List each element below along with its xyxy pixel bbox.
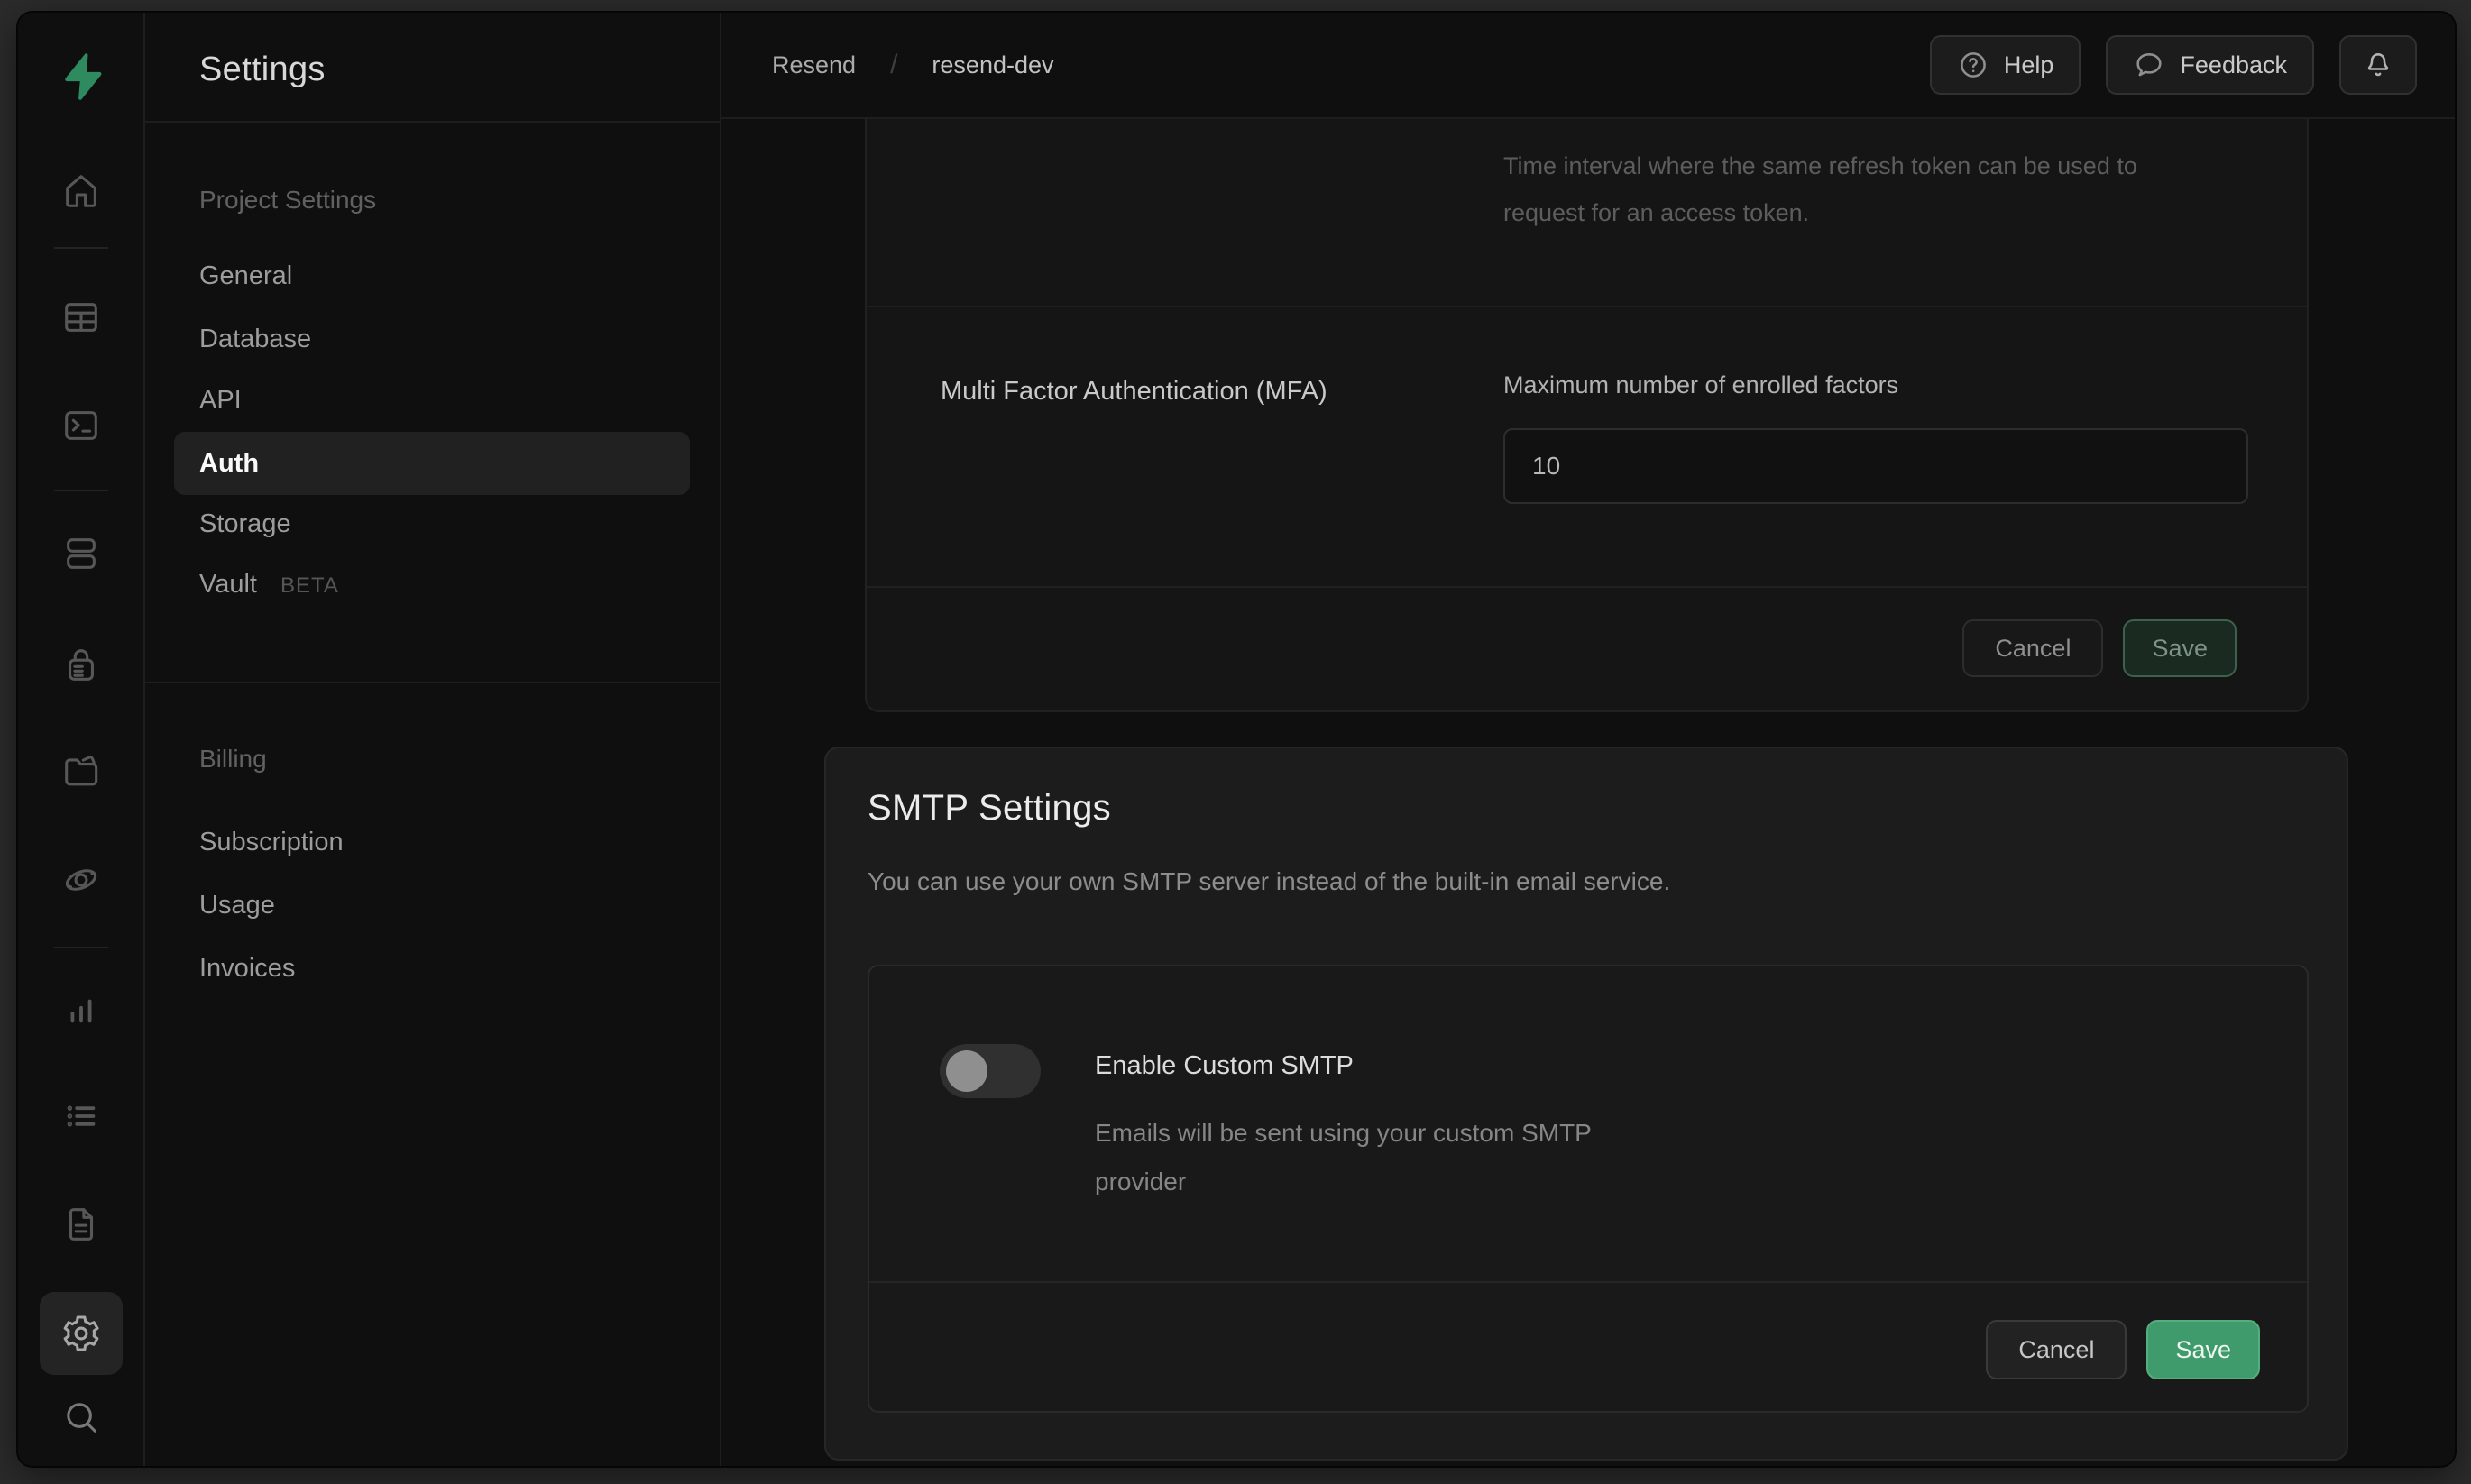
- help-icon: [1957, 49, 1989, 81]
- nav-item-general[interactable]: General: [174, 244, 690, 307]
- vault-beta-badge: BETA: [280, 573, 339, 598]
- breadcrumb-project[interactable]: resend-dev: [932, 51, 1053, 79]
- smtp-title: SMTP Settings: [868, 788, 1111, 829]
- sql-editor-icon[interactable]: [40, 384, 123, 467]
- icon-rail: [18, 13, 145, 1466]
- nav-item-vault[interactable]: Vault BETA: [174, 553, 690, 616]
- smtp-panel-footer: Cancel Save: [1986, 1320, 2260, 1379]
- main-area: Resend / resend-dev Help Feedback: [721, 13, 2455, 1466]
- help-button[interactable]: Help: [1930, 35, 2081, 95]
- edge-functions-icon[interactable]: [40, 838, 123, 921]
- mfa-section-label: Multi Factor Authentication (MFA): [941, 377, 1327, 407]
- panel-divider: [869, 1281, 2307, 1283]
- logs-icon[interactable]: [40, 1075, 123, 1158]
- toggle-knob: [946, 1050, 987, 1092]
- nav-item-storage[interactable]: Storage: [174, 492, 690, 555]
- settings-gear-icon[interactable]: [40, 1292, 123, 1375]
- nav-item-usage[interactable]: Usage: [174, 874, 690, 937]
- smtp-cancel-button[interactable]: Cancel: [1986, 1320, 2127, 1379]
- storage-icon[interactable]: [40, 730, 123, 813]
- auth-lock-icon[interactable]: [40, 623, 123, 706]
- home-icon[interactable]: [40, 149, 123, 232]
- enable-custom-smtp-label: Enable Custom SMTP: [1095, 1039, 1354, 1093]
- notifications-button[interactable]: [2339, 35, 2417, 95]
- refresh-token-help-text: Time interval where the same refresh tok…: [1503, 142, 2216, 236]
- max-factors-input[interactable]: [1503, 428, 2248, 504]
- auth-cancel-button[interactable]: Cancel: [1962, 619, 2103, 677]
- nav-item-auth[interactable]: Auth: [174, 432, 690, 495]
- feedback-button[interactable]: Feedback: [2106, 35, 2314, 95]
- nav-section-divider: [145, 682, 720, 683]
- feedback-bubble-icon: [2133, 49, 2165, 81]
- nav-header-divider: [145, 121, 720, 123]
- auth-card-footer: Cancel Save: [1962, 619, 2237, 677]
- supabase-logo-icon[interactable]: [52, 47, 112, 106]
- rail-divider: [54, 490, 108, 491]
- nav-item-invoices[interactable]: Invoices: [174, 937, 690, 1000]
- card-divider: [867, 586, 2307, 588]
- topbar-actions: Help Feedback: [1930, 35, 2417, 95]
- rail-divider: [54, 947, 108, 948]
- page-title: Settings: [199, 50, 326, 89]
- table-editor-icon[interactable]: [40, 276, 123, 359]
- search-icon[interactable]: [40, 1376, 123, 1459]
- nav-section-billing: Billing: [199, 745, 267, 774]
- auth-settings-card: Time interval where the same refresh tok…: [865, 119, 2309, 712]
- smtp-settings-card: SMTP Settings You can use your own SMTP …: [824, 747, 2348, 1461]
- database-icon[interactable]: [40, 512, 123, 595]
- rail-divider: [54, 247, 108, 249]
- enable-custom-smtp-toggle[interactable]: [940, 1044, 1041, 1098]
- api-docs-icon[interactable]: [40, 1183, 123, 1266]
- top-bar: Resend / resend-dev Help Feedback: [721, 13, 2455, 119]
- settings-nav-panel: Settings Project Settings General Databa…: [145, 13, 721, 1466]
- breadcrumb-org[interactable]: Resend: [772, 51, 856, 79]
- nav-item-subscription[interactable]: Subscription: [174, 811, 690, 874]
- nav-item-vault-label: Vault: [199, 570, 257, 599]
- settings-content-scroll-area[interactable]: Time interval where the same refresh tok…: [721, 119, 2455, 1466]
- help-button-label: Help: [2004, 51, 2054, 79]
- smtp-panel: Enable Custom SMTP Emails will be sent u…: [868, 965, 2309, 1413]
- nav-item-database[interactable]: Database: [174, 307, 690, 371]
- reports-icon[interactable]: [40, 967, 123, 1050]
- smtp-subtitle: You can use your own SMTP server instead…: [868, 867, 1670, 896]
- breadcrumb-separator: /: [890, 50, 897, 80]
- smtp-save-button[interactable]: Save: [2146, 1320, 2260, 1379]
- enable-custom-smtp-description: Emails will be sent using your custom SM…: [1095, 1109, 1654, 1206]
- desktop-background: Settings Project Settings General Databa…: [0, 0, 2471, 1484]
- card-divider: [867, 306, 2307, 307]
- bell-icon: [2362, 49, 2394, 81]
- feedback-button-label: Feedback: [2180, 51, 2287, 79]
- auth-save-button[interactable]: Save: [2123, 619, 2237, 677]
- nav-item-api[interactable]: API: [174, 369, 690, 432]
- max-factors-label: Maximum number of enrolled factors: [1503, 371, 1898, 399]
- app-window: Settings Project Settings General Databa…: [18, 13, 2455, 1466]
- nav-section-project-settings: Project Settings: [199, 186, 376, 215]
